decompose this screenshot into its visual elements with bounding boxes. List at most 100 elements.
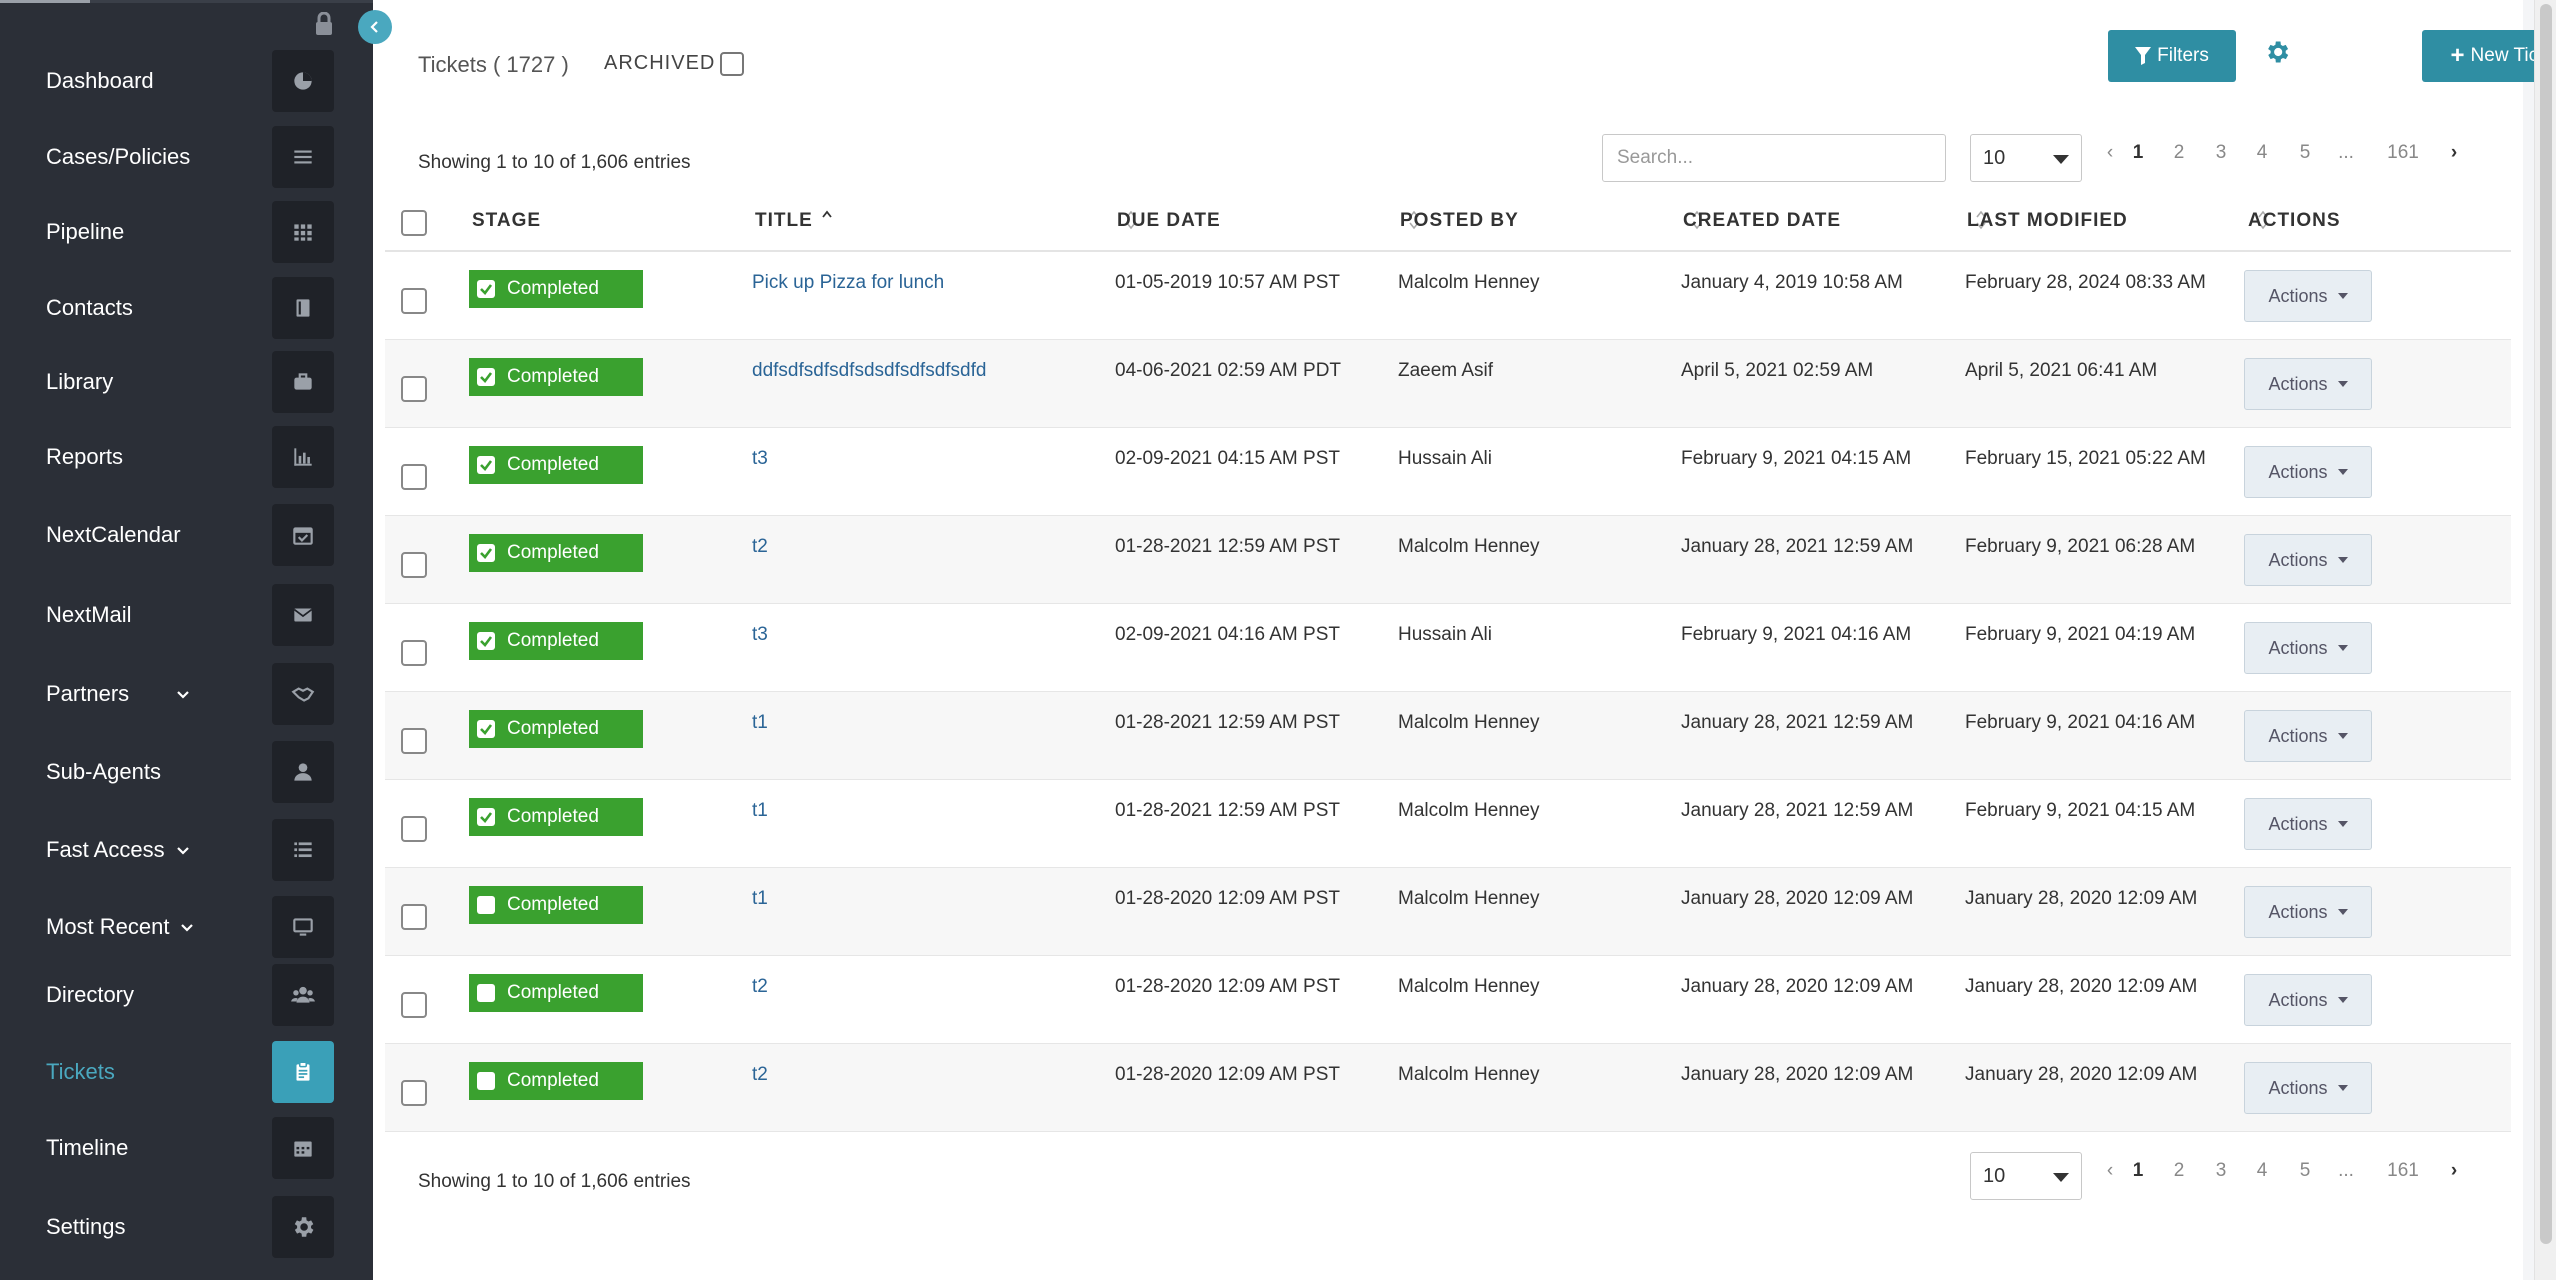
- ticket-title-link[interactable]: t2: [752, 1062, 768, 1088]
- handshake-icon[interactable]: [272, 663, 334, 725]
- row-actions-button[interactable]: Actions: [2244, 710, 2372, 762]
- page-link[interactable]: 1: [2127, 142, 2149, 164]
- row-checkbox[interactable]: [401, 376, 427, 402]
- page-link[interactable]: 5: [2294, 142, 2316, 164]
- page-scrollbar[interactable]: [2534, 0, 2556, 1280]
- row-checkbox[interactable]: [401, 288, 427, 314]
- column-header-actions[interactable]: ACTIONS: [2248, 210, 2341, 232]
- row-checkbox[interactable]: [401, 728, 427, 754]
- page-link[interactable]: ...: [2335, 1160, 2357, 1182]
- envelope-icon[interactable]: [272, 584, 334, 646]
- clipboard-icon[interactable]: [272, 1041, 334, 1103]
- sidebar-item-nextmail[interactable]: NextMail: [0, 584, 373, 646]
- row-checkbox[interactable]: [401, 816, 427, 842]
- sidebar-item-pipeline[interactable]: Pipeline: [0, 201, 373, 263]
- column-header-due-date[interactable]: DUE DATE: [1117, 210, 1221, 232]
- page-link[interactable]: 3: [2210, 142, 2232, 164]
- list-bullets-icon[interactable]: [272, 819, 334, 881]
- row-checkbox[interactable]: [401, 552, 427, 578]
- page-length-select-top[interactable]: 10: [1970, 134, 2082, 182]
- column-header-last-modified[interactable]: LAST MODIFIED: [1967, 210, 2128, 232]
- lock-icon[interactable]: [313, 11, 335, 36]
- ticket-title-link[interactable]: ddfsdfsdfsdfsdsdfsdfsdfsdfd: [752, 358, 986, 384]
- user-icon[interactable]: [272, 741, 334, 803]
- monitor-icon[interactable]: [272, 896, 334, 958]
- users-icon[interactable]: [272, 964, 334, 1026]
- page-link[interactable]: 5: [2294, 1160, 2316, 1182]
- calendar-check-icon[interactable]: [272, 504, 334, 566]
- row-actions-button[interactable]: Actions: [2244, 1062, 2372, 1114]
- column-header-created-date[interactable]: CREATED DATE: [1683, 210, 1841, 232]
- page-link[interactable]: 4: [2251, 1160, 2273, 1182]
- ticket-title-link[interactable]: t2: [752, 974, 768, 1000]
- row-actions-button[interactable]: Actions: [2244, 886, 2372, 938]
- archived-checkbox[interactable]: [720, 52, 744, 76]
- page-link[interactable]: 2: [2168, 142, 2190, 164]
- table-settings-gear-icon[interactable]: [2263, 38, 2291, 66]
- row-actions-button[interactable]: Actions: [2244, 534, 2372, 586]
- row-checkbox[interactable]: [401, 992, 427, 1018]
- sidebar-item-timeline[interactable]: Timeline: [0, 1117, 373, 1179]
- chevron-down-icon[interactable]: [174, 685, 192, 703]
- grid-icon[interactable]: [272, 201, 334, 263]
- row-actions-button[interactable]: Actions: [2244, 798, 2372, 850]
- search-input[interactable]: [1602, 134, 1946, 182]
- ticket-title-link[interactable]: t3: [752, 622, 768, 648]
- sidebar-item-cases-policies[interactable]: Cases/Policies: [0, 126, 373, 188]
- sort-ascending-icon[interactable]: [821, 208, 833, 232]
- scrollbar-thumb[interactable]: [2540, 4, 2552, 1244]
- sidebar-item-tickets[interactable]: Tickets: [0, 1041, 373, 1103]
- sidebar-collapse-button[interactable]: [358, 10, 392, 44]
- column-header-stage[interactable]: STAGE: [472, 210, 541, 232]
- page-link[interactable]: 161: [2383, 142, 2423, 164]
- ticket-title-link[interactable]: t3: [752, 446, 768, 472]
- sidebar-item-most-recent[interactable]: Most Recent: [0, 896, 373, 958]
- column-header-posted-by[interactable]: POSTED BY: [1400, 210, 1519, 232]
- page-link[interactable]: ...: [2335, 142, 2357, 164]
- row-actions-button[interactable]: Actions: [2244, 622, 2372, 674]
- row-checkbox[interactable]: [401, 904, 427, 930]
- column-header-title[interactable]: TITLE: [755, 210, 813, 232]
- next-page-icon[interactable]: ›: [2443, 1160, 2465, 1182]
- sidebar-item-sub-agents[interactable]: Sub-Agents: [0, 741, 373, 803]
- sidebar-item-contacts[interactable]: Contacts: [0, 277, 373, 339]
- row-actions-button[interactable]: Actions: [2244, 974, 2372, 1026]
- row-actions-button[interactable]: Actions: [2244, 358, 2372, 410]
- calendar-icon[interactable]: [272, 1117, 334, 1179]
- list-lines-icon[interactable]: [272, 126, 334, 188]
- sidebar-item-partners[interactable]: Partners: [0, 663, 373, 725]
- ticket-title-link[interactable]: t1: [752, 886, 768, 912]
- filters-button[interactable]: Filters: [2108, 30, 2236, 82]
- address-book-icon[interactable]: [272, 277, 334, 339]
- row-checkbox[interactable]: [401, 1080, 427, 1106]
- row-checkbox[interactable]: [401, 464, 427, 490]
- sidebar-item-library[interactable]: Library: [0, 351, 373, 413]
- ticket-title-link[interactable]: t1: [752, 710, 768, 736]
- sidebar-item-settings[interactable]: Settings: [0, 1196, 373, 1258]
- ticket-title-link[interactable]: t1: [752, 798, 768, 824]
- page-link[interactable]: 3: [2210, 1160, 2232, 1182]
- sidebar-item-nextcalendar[interactable]: NextCalendar: [0, 504, 373, 566]
- prev-page-icon[interactable]: ‹: [2099, 142, 2121, 164]
- ticket-title-link[interactable]: t2: [752, 534, 768, 560]
- row-checkbox[interactable]: [401, 640, 427, 666]
- page-link[interactable]: 2: [2168, 1160, 2190, 1182]
- chevron-down-icon[interactable]: [174, 841, 192, 859]
- ticket-title-link[interactable]: Pick up Pizza for lunch: [752, 270, 944, 296]
- page-link[interactable]: 1: [2127, 1160, 2149, 1182]
- next-page-icon[interactable]: ›: [2443, 142, 2465, 164]
- sidebar-item-directory[interactable]: Directory: [0, 964, 373, 1026]
- sidebar-item-reports[interactable]: Reports: [0, 426, 373, 488]
- page-link[interactable]: 4: [2251, 142, 2273, 164]
- row-actions-button[interactable]: Actions: [2244, 446, 2372, 498]
- row-actions-button[interactable]: Actions: [2244, 270, 2372, 322]
- sidebar-item-dashboard[interactable]: Dashboard: [0, 50, 373, 112]
- gear-icon[interactable]: [272, 1196, 334, 1258]
- sidebar-item-fast-access[interactable]: Fast Access: [0, 819, 373, 881]
- bar-chart-icon[interactable]: [272, 426, 334, 488]
- chevron-down-icon[interactable]: [178, 918, 196, 936]
- page-length-select-bottom[interactable]: 10: [1970, 1152, 2082, 1200]
- briefcase-icon[interactable]: [272, 351, 334, 413]
- prev-page-icon[interactable]: ‹: [2099, 1160, 2121, 1182]
- page-link[interactable]: 161: [2383, 1160, 2423, 1182]
